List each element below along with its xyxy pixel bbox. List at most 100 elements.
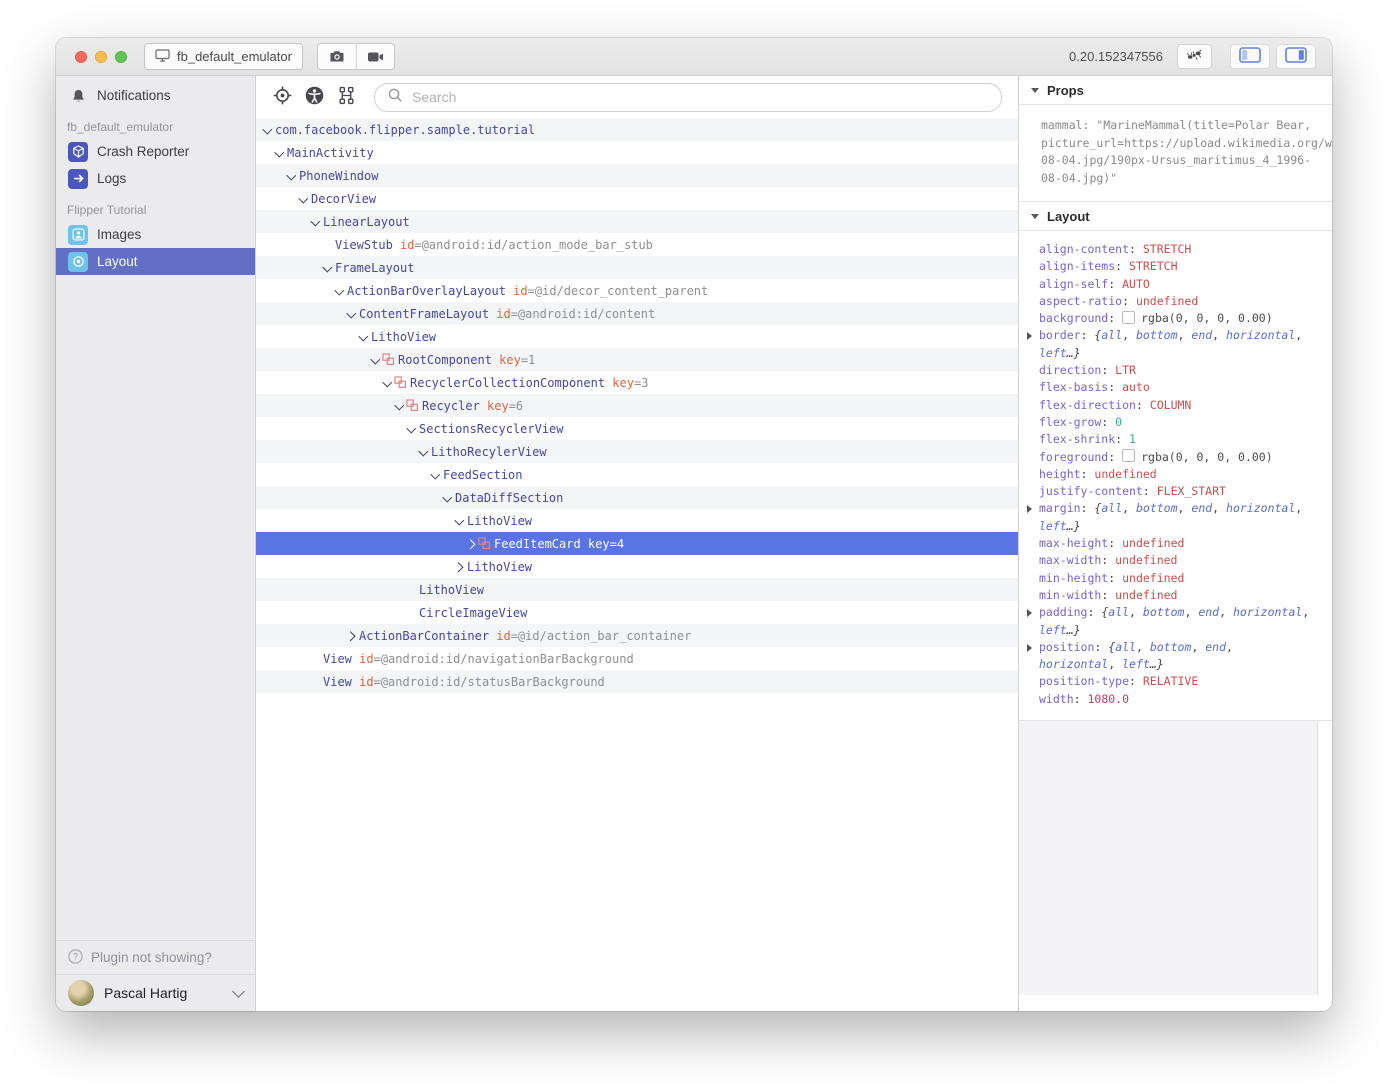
- tree-row[interactable]: RootComponent key=1: [256, 348, 1018, 371]
- layout-section-header[interactable]: Layout: [1019, 202, 1332, 231]
- chevron-down-icon[interactable]: [431, 463, 442, 486]
- tree-row[interactable]: ContentFrameLayout id=@android:id/conten…: [256, 302, 1018, 325]
- layout-prop-row[interactable]: height: undefined: [1019, 466, 1322, 483]
- chevron-down-icon[interactable]: [419, 440, 430, 463]
- layout-prop-row[interactable]: max-height: undefined: [1019, 535, 1322, 552]
- chevron-right-icon[interactable]: [347, 624, 358, 647]
- layout-prop-row[interactable]: position: {all, bottom, end, horizontal,…: [1019, 639, 1322, 674]
- layout-prop-row[interactable]: max-width: undefined: [1019, 552, 1322, 569]
- layout-prop-row[interactable]: width: 1080.0: [1019, 691, 1322, 708]
- expand-triangle-icon[interactable]: [1027, 644, 1032, 652]
- question-icon: ?: [68, 949, 83, 967]
- chevron-down-icon[interactable]: [371, 348, 382, 371]
- expand-triangle-icon[interactable]: [1027, 505, 1032, 513]
- tree-row[interactable]: ActionBarContainer id=@id/action_bar_con…: [256, 624, 1018, 647]
- screen-record-button[interactable]: [356, 44, 394, 69]
- toggle-right-panel-button[interactable]: [1276, 44, 1316, 69]
- chevron-down-icon[interactable]: [383, 371, 394, 394]
- chevron-right-icon[interactable]: [467, 532, 478, 555]
- tree-row[interactable]: LinearLayout: [256, 210, 1018, 233]
- chevron-right-icon[interactable]: [455, 555, 466, 578]
- tree-row[interactable]: DecorView: [256, 187, 1018, 210]
- tree-row[interactable]: LithoView: [256, 325, 1018, 348]
- layout-prop-row[interactable]: justify-content: FLEX_START: [1019, 483, 1322, 500]
- layout-prop-row[interactable]: align-items: STRETCH: [1019, 258, 1322, 275]
- layout-prop-row[interactable]: background: rgba(0, 0, 0, 0.00): [1019, 310, 1322, 327]
- layout-prop-row[interactable]: aspect-ratio: undefined: [1019, 293, 1322, 310]
- chevron-down-icon[interactable]: [263, 118, 274, 141]
- search-box[interactable]: [374, 83, 1002, 112]
- layout-prop-row[interactable]: min-height: undefined: [1019, 570, 1322, 587]
- chevron-down-icon[interactable]: [275, 141, 286, 164]
- chevron-down-icon[interactable]: [335, 279, 346, 302]
- tree-row[interactable]: PhoneWindow: [256, 164, 1018, 187]
- chevron-down-icon[interactable]: [359, 325, 370, 348]
- chevron-down-icon[interactable]: [395, 394, 406, 417]
- tree-row[interactable]: FeedSection: [256, 463, 1018, 486]
- tree-row[interactable]: com.facebook.flipper.sample.tutorial: [256, 118, 1018, 141]
- search-input[interactable]: [410, 88, 989, 106]
- accessibility-mode-button[interactable]: [301, 84, 327, 110]
- device-selector-tab[interactable]: fb_default_emulator: [144, 43, 303, 70]
- layout-prop-row[interactable]: margin: {all, bottom, end, horizontal, l…: [1019, 500, 1322, 535]
- close-window-button[interactable]: [75, 51, 87, 63]
- layout-prop-row[interactable]: flex-basis: auto: [1019, 379, 1322, 396]
- zoom-window-button[interactable]: [115, 51, 127, 63]
- layout-prop-row[interactable]: align-content: STRETCH: [1019, 241, 1322, 258]
- hierarchy-view-button[interactable]: [333, 84, 359, 110]
- layout-prop-row[interactable]: flex-grow: 0: [1019, 414, 1322, 431]
- layout-prop-row[interactable]: flex-direction: COLUMN: [1019, 397, 1322, 414]
- chevron-down-icon[interactable]: [311, 210, 322, 233]
- tree-row[interactable]: LithoView: [256, 578, 1018, 601]
- sidebar-item-notifications[interactable]: Notifications: [56, 82, 255, 109]
- tree-row[interactable]: Recycler key=6: [256, 394, 1018, 417]
- toggle-left-panel-button[interactable]: [1230, 44, 1270, 69]
- layout-prop-row[interactable]: direction: LTR: [1019, 362, 1322, 379]
- layout-prop-row[interactable]: padding: {all, bottom, end, horizontal, …: [1019, 604, 1322, 639]
- chevron-down-icon[interactable]: [287, 164, 298, 187]
- tree-node-name: LithoView: [467, 560, 532, 574]
- chevron-down-icon[interactable]: [443, 486, 454, 509]
- expand-triangle-icon[interactable]: [1027, 609, 1032, 617]
- tree-row[interactable]: FrameLayout: [256, 256, 1018, 279]
- screenshot-button[interactable]: [318, 44, 356, 69]
- tree-row[interactable]: FeedItemCard key=4: [256, 532, 1018, 555]
- tree-row[interactable]: SectionsRecyclerView: [256, 417, 1018, 440]
- tree-row[interactable]: RecyclerCollectionComponent key=3: [256, 371, 1018, 394]
- chevron-down-icon[interactable]: [407, 417, 418, 440]
- props-section-header[interactable]: Props: [1019, 76, 1332, 105]
- tree-row[interactable]: CircleImageView: [256, 601, 1018, 624]
- user-menu[interactable]: Pascal Hartig: [56, 974, 255, 1011]
- tree-row[interactable]: ActionBarOverlayLayout id=@id/decor_cont…: [256, 279, 1018, 302]
- layout-prop-row[interactable]: border: {all, bottom, end, horizontal, l…: [1019, 327, 1322, 362]
- target-mode-button[interactable]: [269, 84, 295, 110]
- tree-row[interactable]: DataDiffSection: [256, 486, 1018, 509]
- layout-prop-row[interactable]: foreground: rgba(0, 0, 0, 0.00): [1019, 449, 1322, 466]
- chevron-down-icon[interactable]: [347, 302, 358, 325]
- tree-row[interactable]: LithoRecylerView: [256, 440, 1018, 463]
- sidebar-item-layout[interactable]: Layout: [56, 248, 255, 275]
- chevron-down-icon[interactable]: [323, 256, 334, 279]
- tree-row[interactable]: View id=@android:id/statusBarBackground: [256, 670, 1018, 693]
- expand-triangle-icon[interactable]: [1027, 332, 1032, 340]
- layout-prop-row[interactable]: align-self: AUTO: [1019, 276, 1322, 293]
- sidebar-item-crash-reporter[interactable]: Crash Reporter: [56, 138, 255, 165]
- tree-row[interactable]: View id=@android:id/navigationBarBackgro…: [256, 647, 1018, 670]
- tree-row[interactable]: ViewStub id=@android:id/action_mode_bar_…: [256, 233, 1018, 256]
- tree-row[interactable]: LithoView: [256, 555, 1018, 578]
- layout-prop-row[interactable]: position-type: RELATIVE: [1019, 673, 1322, 690]
- layout-prop-row[interactable]: flex-shrink: 1: [1019, 431, 1322, 448]
- accessibility-icon: [305, 86, 324, 108]
- chevron-down-icon[interactable]: [455, 509, 466, 532]
- layout-prop-row[interactable]: min-width: undefined: [1019, 587, 1322, 604]
- sidebar-item-logs[interactable]: Logs: [56, 165, 255, 192]
- tree-node-name: com.facebook.flipper.sample.tutorial: [275, 123, 535, 137]
- sidebar-item-images[interactable]: Images: [56, 221, 255, 248]
- tree-row[interactable]: MainActivity: [256, 141, 1018, 164]
- plugin-help-link[interactable]: ? Plugin not showing?: [56, 940, 255, 974]
- chevron-down-icon[interactable]: [299, 187, 310, 210]
- minimize-window-button[interactable]: [95, 51, 107, 63]
- report-bug-button[interactable]: [1177, 44, 1212, 69]
- tree-row[interactable]: LithoView: [256, 509, 1018, 532]
- element-tree: com.facebook.flipper.sample.tutorial Main…: [256, 118, 1018, 1011]
